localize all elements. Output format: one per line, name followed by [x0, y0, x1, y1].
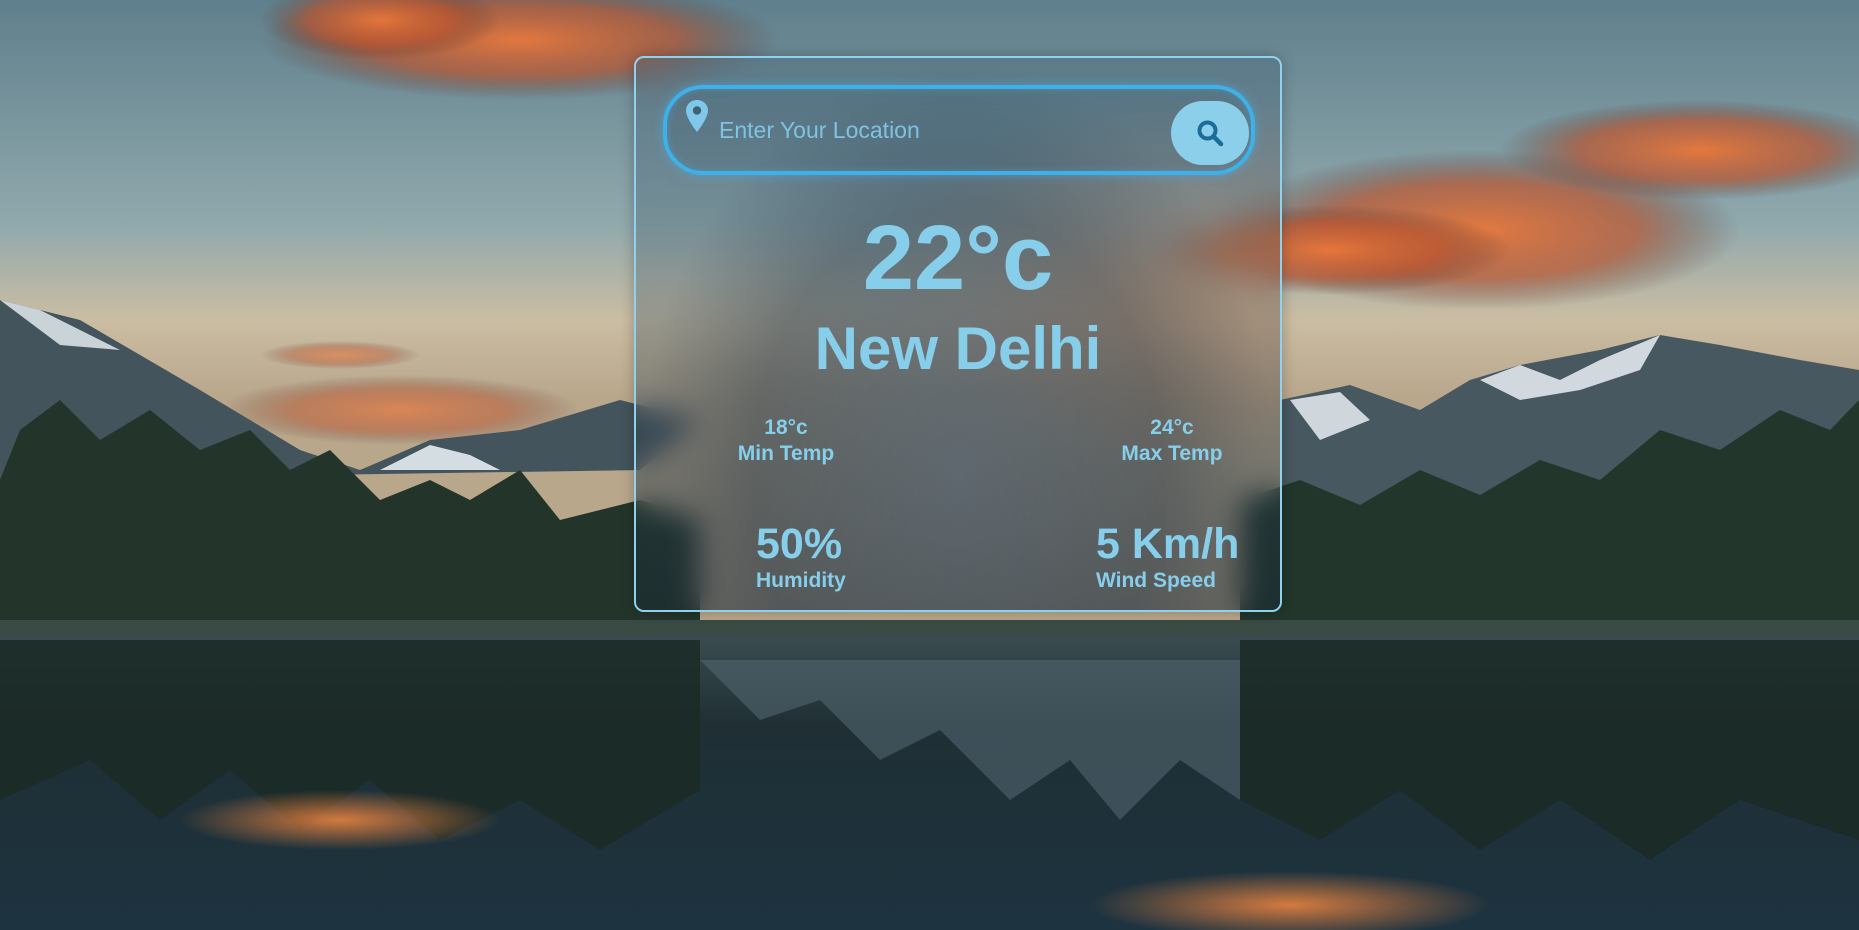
min-temp-value: 18°c [764, 416, 808, 439]
wind-speed-block: 5 Km/h Wind Speed [1096, 520, 1276, 594]
search-icon [1197, 120, 1224, 147]
humidity-label: Humidity [756, 569, 846, 592]
max-temp-label: Max Temp [1121, 442, 1223, 465]
min-temp-label: Min Temp [737, 442, 835, 465]
location-search-input[interactable] [717, 111, 1161, 149]
wind-speed-value: 5 Km/h [1096, 520, 1240, 568]
wind-speed-label: Wind Speed [1096, 569, 1216, 592]
humidity-value: 50% [756, 520, 843, 568]
city-name: New Delhi [814, 315, 1102, 382]
min-temp-block: 18°c Min Temp [706, 415, 866, 467]
current-temperature: 22°c [862, 207, 1054, 309]
map-pin-icon [686, 100, 708, 132]
search-button[interactable] [1171, 101, 1249, 165]
search-bar [663, 85, 1255, 175]
weather-card: 22°c New Delhi 18°c Min Temp 24°c Max Te… [634, 56, 1282, 612]
humidity-block: 50% Humidity [756, 520, 916, 594]
max-temp-value: 24°c [1150, 416, 1194, 439]
max-temp-block: 24°c Max Temp [1092, 415, 1252, 467]
